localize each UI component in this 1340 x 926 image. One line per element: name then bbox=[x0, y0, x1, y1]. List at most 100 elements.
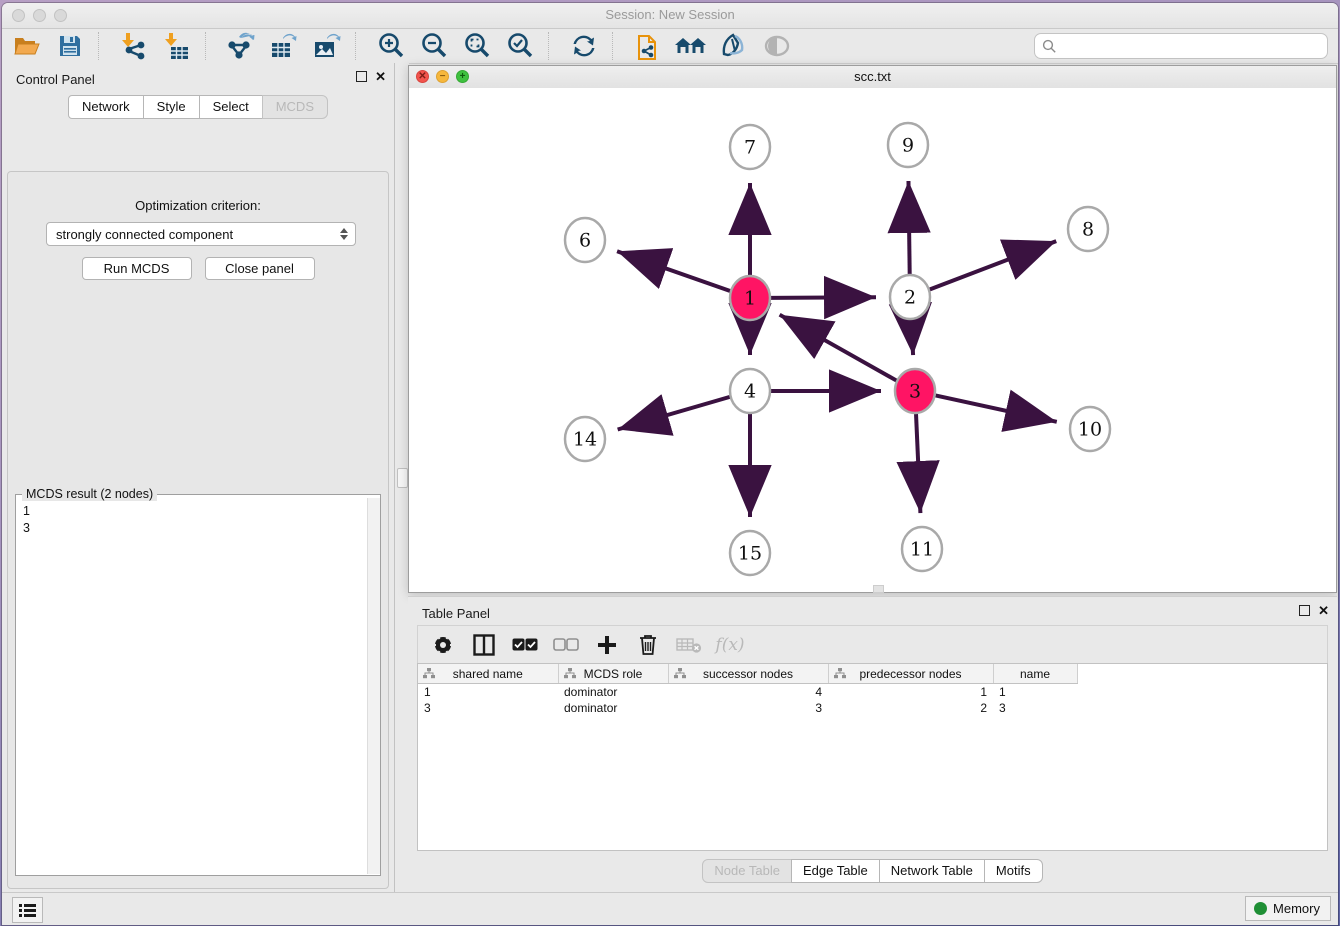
export-network-icon[interactable] bbox=[224, 31, 258, 61]
tab-mcds[interactable]: MCDS bbox=[262, 95, 328, 119]
close-panel-button[interactable]: Close panel bbox=[205, 257, 315, 280]
column-header-mcds-role[interactable]: MCDS role bbox=[558, 664, 668, 684]
network-canvas[interactable]: 1234678910111415 bbox=[409, 88, 1336, 592]
home-networks-icon[interactable] bbox=[674, 31, 708, 61]
criterion-value: strongly connected component bbox=[47, 227, 336, 242]
cell-predecessor-nodes[interactable]: 2 bbox=[828, 700, 993, 716]
control-panel-title: Control Panel bbox=[16, 72, 95, 87]
export-image-icon[interactable] bbox=[310, 31, 344, 61]
edge-1-6[interactable] bbox=[617, 251, 730, 291]
tab-node-table[interactable]: Node Table bbox=[702, 859, 792, 883]
criterion-dropdown[interactable]: strongly connected component bbox=[46, 222, 356, 246]
window-title: Session: New Session bbox=[2, 7, 1338, 22]
search-input[interactable] bbox=[1061, 36, 1327, 56]
refresh-icon[interactable] bbox=[567, 31, 601, 61]
function-builder-icon[interactable]: f(x) bbox=[717, 632, 743, 658]
table-panel-title: Table Panel bbox=[422, 606, 490, 621]
edge-2-9[interactable] bbox=[908, 181, 909, 274]
add-row-icon[interactable] bbox=[594, 632, 620, 658]
splitter-handle[interactable] bbox=[397, 468, 408, 488]
zoom-out-icon[interactable] bbox=[417, 31, 451, 61]
optimization-criterion-label: Optimization criterion: bbox=[8, 198, 388, 213]
search-field[interactable] bbox=[1034, 33, 1328, 59]
network-window-titlebar[interactable]: ✕ − + scc.txt bbox=[409, 66, 1336, 89]
cell-predecessor-nodes[interactable]: 1 bbox=[828, 684, 993, 701]
gear-icon[interactable] bbox=[430, 632, 456, 658]
task-history-button[interactable] bbox=[12, 897, 43, 923]
tab-network[interactable]: Network bbox=[68, 95, 144, 119]
run-mcds-button[interactable]: Run MCDS bbox=[82, 257, 192, 280]
export-table-icon[interactable] bbox=[267, 31, 301, 61]
mcds-result-textarea[interactable]: 1 3 bbox=[16, 499, 367, 875]
network-resize-grip[interactable] bbox=[873, 585, 884, 593]
tab-motifs[interactable]: Motifs bbox=[984, 859, 1043, 883]
network-from-document-icon[interactable] bbox=[631, 31, 665, 61]
panel-splitter[interactable] bbox=[394, 63, 409, 893]
delete-table-icon[interactable] bbox=[676, 632, 702, 658]
table-panel: Table Panel ✕ bbox=[408, 596, 1337, 893]
toolbar-separator bbox=[205, 32, 213, 60]
columns-icon[interactable] bbox=[471, 632, 497, 658]
cell-name[interactable]: 1 bbox=[993, 684, 1077, 701]
node-label-3: 3 bbox=[909, 381, 921, 403]
tab-style[interactable]: Style bbox=[143, 95, 200, 119]
list-icon bbox=[19, 903, 36, 917]
cell-successor-nodes[interactable]: 3 bbox=[668, 700, 828, 716]
apply-style-icon[interactable] bbox=[717, 31, 751, 61]
cell-shared-name[interactable]: 1 bbox=[418, 684, 558, 701]
table-row[interactable]: 1 dominator 4 1 1 bbox=[418, 684, 1077, 701]
network-graph[interactable]: 1234678910111415 bbox=[409, 88, 1336, 592]
column-header-predecessor-nodes[interactable]: predecessor nodes bbox=[828, 664, 993, 684]
hide-selected-eye-icon[interactable] bbox=[760, 31, 794, 61]
cell-shared-name[interactable]: 3 bbox=[418, 700, 558, 716]
close-panel-icon[interactable]: ✕ bbox=[375, 71, 386, 82]
mcds-result-line: 1 bbox=[23, 503, 367, 520]
zoom-selected-icon[interactable] bbox=[503, 31, 537, 61]
cell-mcds-role[interactable]: dominator bbox=[558, 700, 668, 716]
column-header-name[interactable]: name bbox=[993, 664, 1077, 684]
cell-successor-nodes[interactable]: 4 bbox=[668, 684, 828, 701]
toolbar-separator bbox=[98, 32, 106, 60]
save-icon[interactable] bbox=[53, 31, 87, 61]
cell-mcds-role[interactable]: dominator bbox=[558, 684, 668, 701]
table-toolbar: f(x) bbox=[417, 625, 1328, 663]
column-header-successor-nodes[interactable]: successor nodes bbox=[668, 664, 828, 684]
float-panel-icon[interactable] bbox=[356, 71, 367, 82]
zoom-fit-icon[interactable] bbox=[460, 31, 494, 61]
edge-2-3[interactable] bbox=[911, 320, 913, 355]
edge-1-2[interactable] bbox=[771, 297, 876, 298]
edge-3-11[interactable] bbox=[916, 414, 920, 513]
edge-4-14[interactable] bbox=[618, 397, 730, 430]
table-row[interactable]: 3 dominator 3 2 3 bbox=[418, 700, 1077, 716]
delete-row-icon[interactable] bbox=[635, 632, 661, 658]
edge-3-1[interactable] bbox=[780, 315, 897, 381]
select-all-icon[interactable] bbox=[512, 632, 538, 658]
edge-3-10[interactable] bbox=[936, 395, 1057, 421]
hierarchy-icon bbox=[423, 668, 435, 679]
tab-select[interactable]: Select bbox=[199, 95, 263, 119]
float-table-panel-icon[interactable] bbox=[1299, 605, 1310, 616]
zoom-in-icon[interactable] bbox=[374, 31, 408, 61]
import-network-icon[interactable] bbox=[117, 31, 151, 61]
open-folder-icon[interactable] bbox=[10, 31, 44, 61]
title-bar: Session: New Session bbox=[2, 3, 1338, 29]
tab-edge-table[interactable]: Edge Table bbox=[791, 859, 880, 883]
cell-name[interactable]: 3 bbox=[993, 700, 1077, 716]
hierarchy-icon bbox=[564, 668, 576, 679]
hierarchy-icon bbox=[674, 668, 686, 679]
control-panel: Control Panel ✕ Network Style Select MCD… bbox=[2, 63, 394, 893]
memory-button[interactable]: Memory bbox=[1245, 896, 1331, 921]
node-table[interactable]: shared name MCDS role successor nodes pr… bbox=[417, 663, 1328, 851]
edge-2-8[interactable] bbox=[930, 241, 1057, 289]
node-label-7: 7 bbox=[744, 137, 756, 159]
result-scrollbar[interactable] bbox=[367, 498, 380, 874]
column-header-shared-name[interactable]: shared name bbox=[418, 664, 558, 684]
import-table-icon[interactable] bbox=[160, 31, 194, 61]
node-label-8: 8 bbox=[1082, 219, 1094, 241]
deselect-all-icon[interactable] bbox=[553, 632, 579, 658]
mcds-result-group: MCDS result (2 nodes) 1 3 bbox=[15, 494, 381, 876]
control-panel-tabs: Network Style Select MCDS bbox=[2, 95, 394, 119]
node-table-grid: shared name MCDS role successor nodes pr… bbox=[418, 664, 1078, 716]
close-table-panel-icon[interactable]: ✕ bbox=[1318, 605, 1329, 616]
tab-network-table[interactable]: Network Table bbox=[879, 859, 985, 883]
